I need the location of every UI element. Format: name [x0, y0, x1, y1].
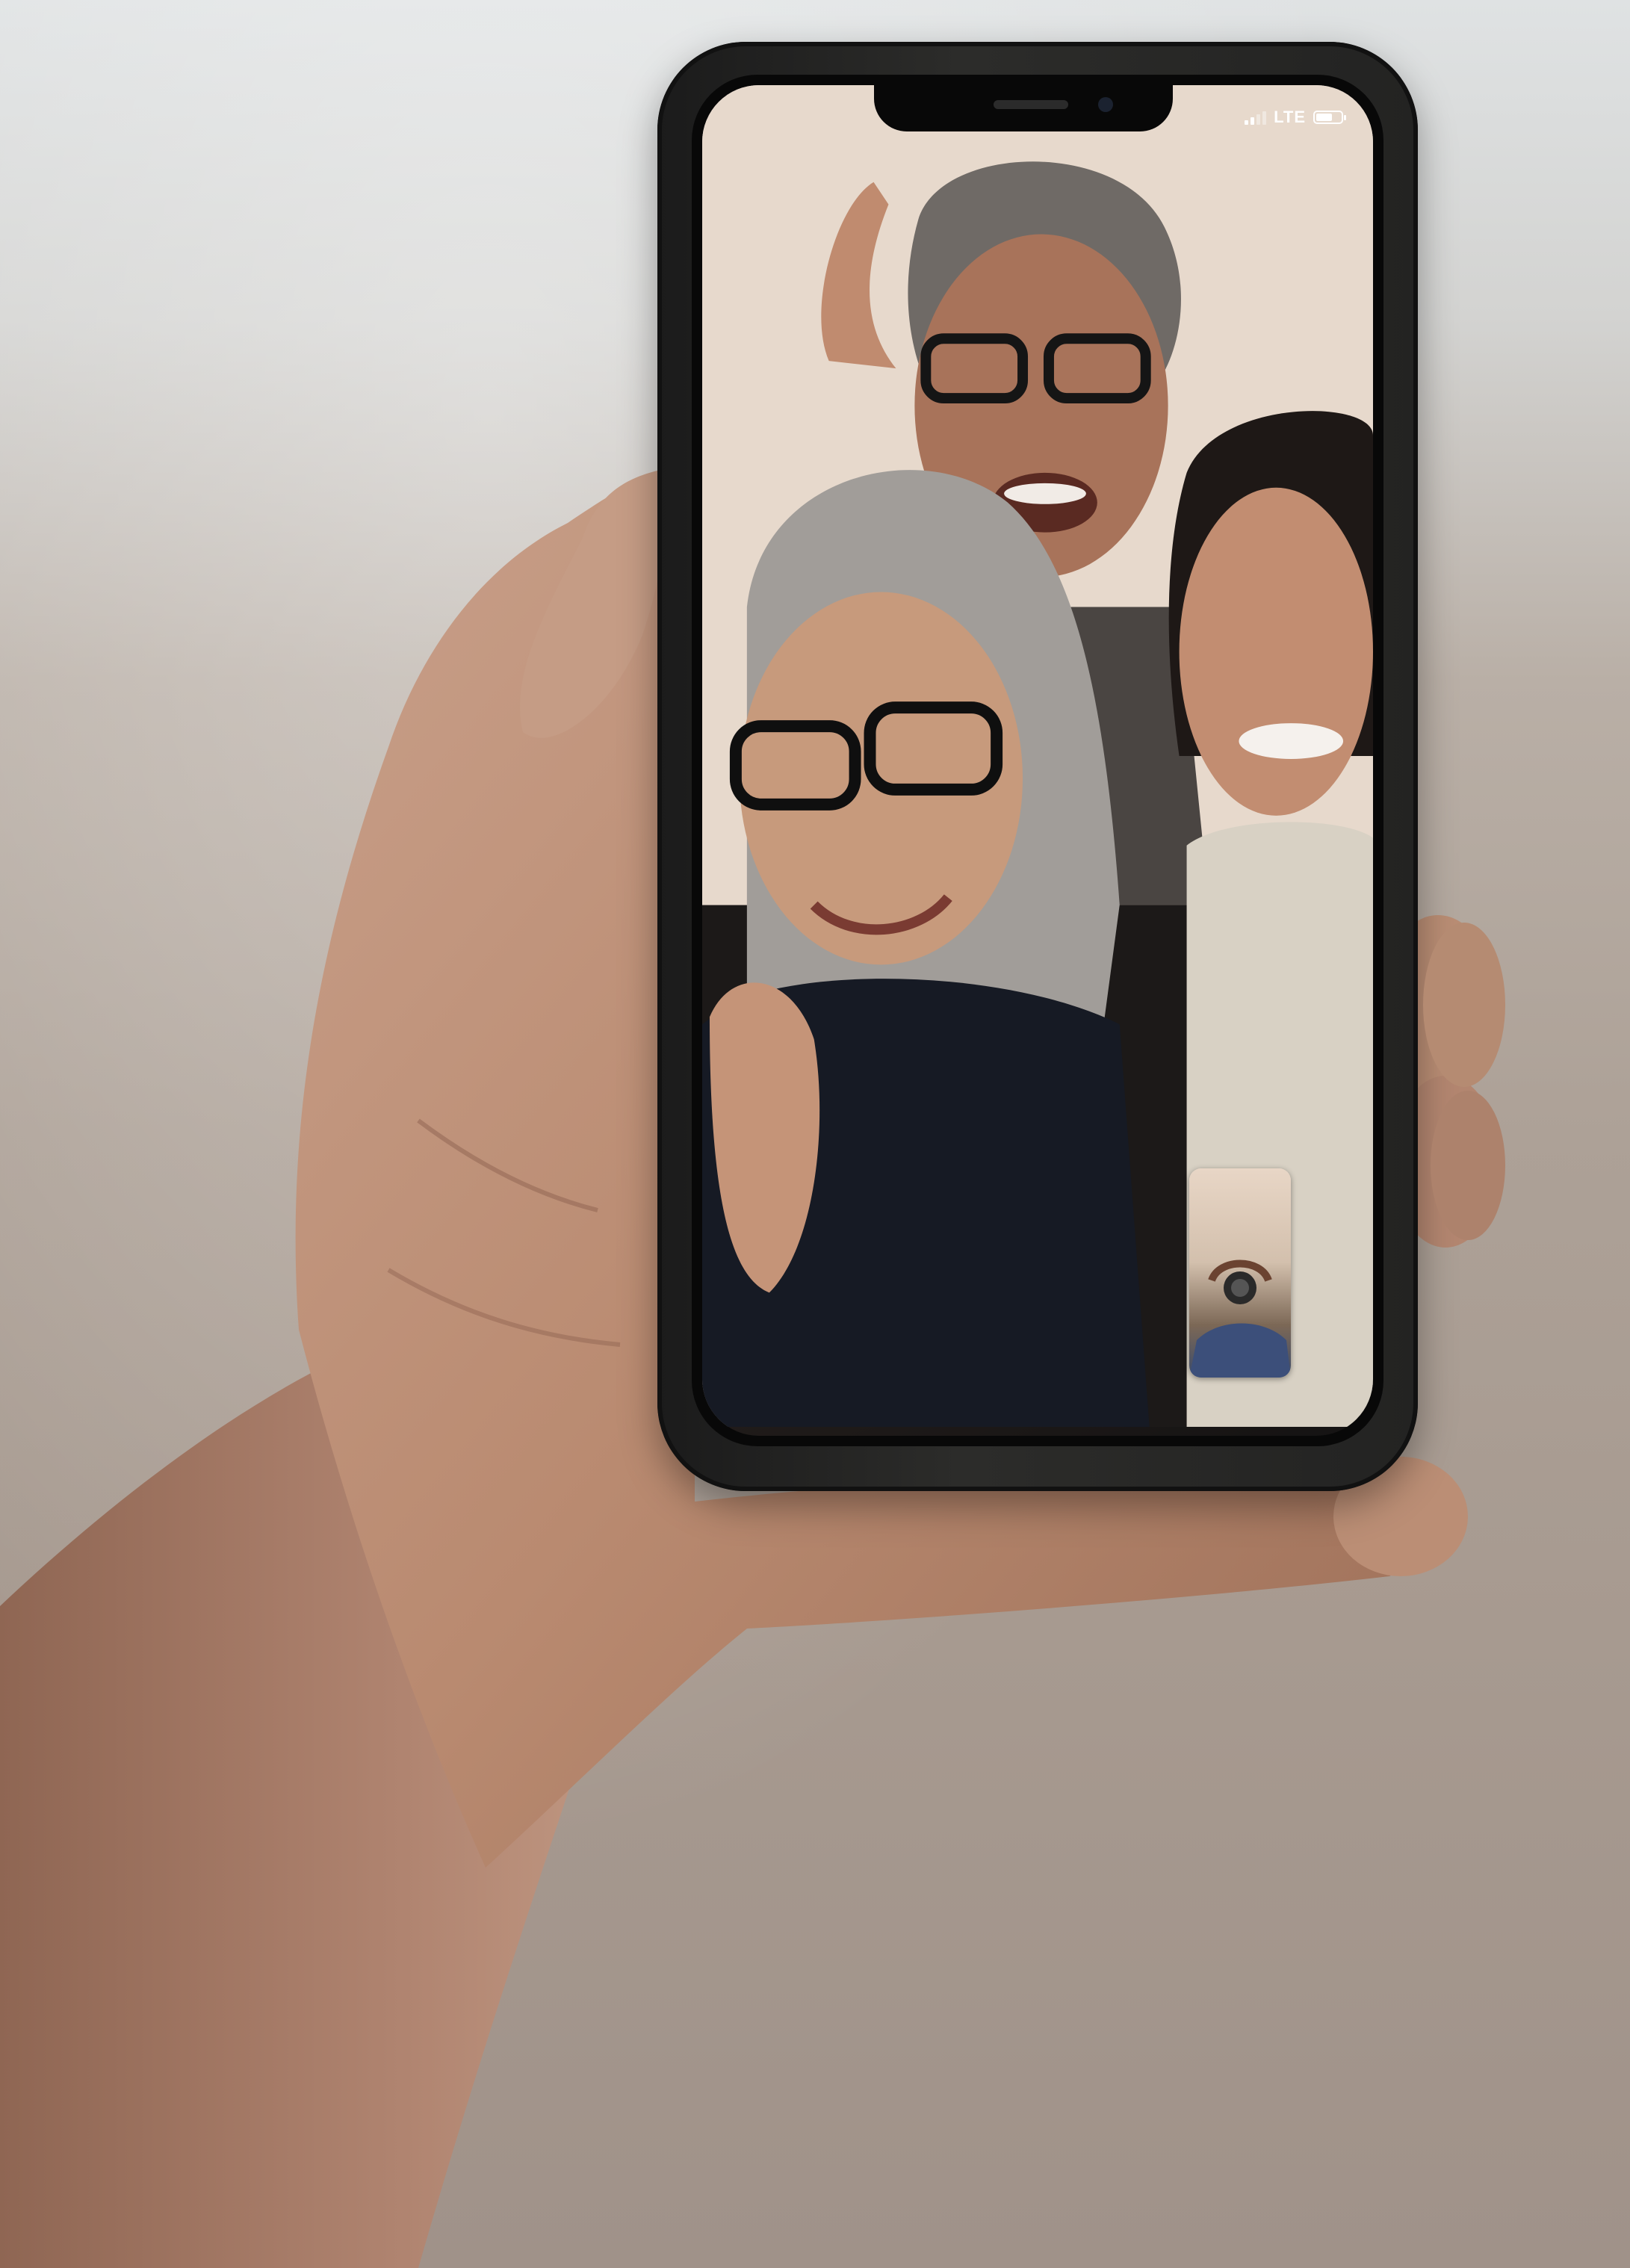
phone-bezel: LTE	[692, 75, 1383, 1446]
notch	[874, 85, 1173, 131]
self-view-thumbnail[interactable]	[1189, 1168, 1291, 1378]
photo-scene: LTE	[0, 0, 1630, 2268]
network-type: LTE	[1274, 108, 1306, 126]
status-bar: LTE	[1245, 105, 1346, 130]
signal-icon	[1245, 110, 1267, 125]
smartphone: LTE	[657, 42, 1418, 1491]
phone-screen[interactable]: LTE	[702, 85, 1373, 1436]
battery-level	[1316, 114, 1332, 121]
battery-icon	[1313, 111, 1346, 124]
earpiece-speaker	[994, 100, 1068, 109]
self-view-image	[1189, 1260, 1291, 1378]
front-camera-icon	[1098, 97, 1113, 112]
